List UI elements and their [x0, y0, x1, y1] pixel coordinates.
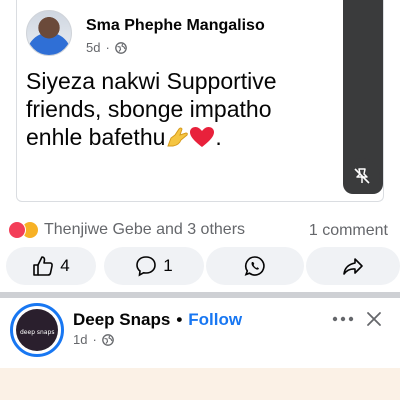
more-dots-icon: [332, 316, 354, 322]
globe-icon: [101, 333, 114, 346]
more-options-button[interactable]: [330, 308, 356, 330]
page-name[interactable]: Deep Snaps: [73, 310, 170, 330]
share-arrow-icon: [343, 258, 363, 275]
page-avatar[interactable]: deep snaps: [10, 303, 64, 357]
author-name[interactable]: Sma Phephe Mangaliso: [86, 17, 265, 35]
whatsapp-share-button[interactable]: [206, 247, 304, 285]
thumbs-up-icon: [33, 256, 54, 276]
close-icon: [367, 312, 381, 326]
post-time[interactable]: 5d: [86, 40, 100, 55]
page-header-line: Deep Snaps • Follow: [73, 310, 242, 330]
post-text-line-1: Siyeza nakwi Supportive: [26, 68, 277, 94]
comment-button[interactable]: 1: [104, 247, 204, 285]
meta-dot: ·: [105, 40, 110, 55]
love-reaction-icon: [8, 221, 26, 239]
post-meta: 5d ·: [86, 40, 127, 55]
post-text-line-2: friends, sbonge impatho: [26, 96, 272, 122]
globe-icon: [114, 41, 127, 54]
follow-button[interactable]: Follow: [188, 310, 242, 330]
unpin-button[interactable]: [344, 158, 380, 194]
reactions-summary[interactable]: Thenjiwe Gebe and 3 others: [8, 221, 245, 239]
name-separator: •: [176, 310, 183, 329]
page-post-time[interactable]: 1d: [73, 332, 87, 347]
post-text: Siyeza nakwi Supportive friends, sbonge …: [26, 67, 336, 151]
hide-post-button[interactable]: [362, 308, 386, 330]
comment-count: 1: [163, 256, 173, 275]
page-post-meta: 1d ·: [73, 332, 114, 347]
post-text-line-3: enhle bafethu: [26, 124, 166, 150]
red-heart-emoji: [190, 127, 215, 147]
post-media-preview[interactable]: [0, 368, 400, 400]
meta-dot-2: ·: [92, 332, 97, 347]
like-button[interactable]: 4: [6, 247, 96, 285]
comment-count-link[interactable]: 1 comment: [309, 222, 388, 240]
feed-divider: [0, 292, 400, 298]
pinching-hand-emoji: [167, 127, 189, 147]
post-text-end: .: [215, 124, 222, 150]
post-actions: 4 1: [6, 247, 400, 285]
comment-icon: [136, 256, 157, 277]
author-avatar[interactable]: [26, 10, 72, 56]
page-avatar-image: deep snaps: [16, 309, 58, 351]
unpin-icon: [354, 168, 370, 184]
whatsapp-icon: [244, 256, 265, 276]
page-avatar-text: deep snaps: [20, 329, 55, 336]
share-button[interactable]: [306, 247, 400, 285]
reactor-names[interactable]: Thenjiwe Gebe and 3 others: [44, 221, 245, 239]
like-count: 4: [60, 256, 70, 275]
